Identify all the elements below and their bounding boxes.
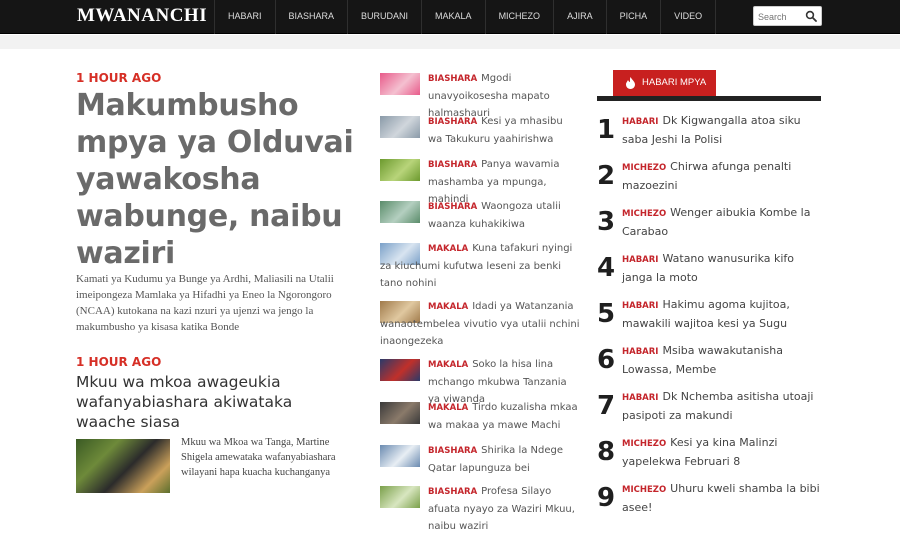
list-item-title[interactable]: Idadi ya Watanzania wanaotembelea vivuti… [380,301,580,347]
nav-item-biashara[interactable]: BIASHARA [274,0,348,34]
nav-item-ajira[interactable]: AJIRA [553,0,606,34]
list-item-category[interactable]: MAKALA [428,403,468,413]
rank-number: 2 [597,161,616,191]
search-icon[interactable] [805,10,817,22]
nav-item-burudani[interactable]: BURUDANI [347,0,421,34]
nav-item-video[interactable]: VIDEO [660,0,717,34]
list-item-category[interactable]: BIASHARA [428,446,477,456]
second-time: 1 HOUR AGO [76,355,162,369]
list-item-thumbnail[interactable] [380,359,420,381]
site-logo[interactable]: MWANANCHI [77,5,207,27]
main-nav: HABARI BIASHARA BURUDANI MAKALA MICHEZO … [214,0,717,34]
rank-category[interactable]: HABARI [622,347,658,357]
list-item-thumbnail[interactable] [380,445,420,467]
list-item-category[interactable]: BIASHARA [428,487,477,497]
list-item-category[interactable]: BIASHARA [428,74,477,84]
rank-number: 7 [597,391,616,421]
list-item-thumbnail[interactable] [380,159,420,181]
lead-summary: Kamati ya Kudumu ya Bunge ya Ardhi, Mali… [76,273,334,333]
list-item-thumbnail[interactable] [380,201,420,223]
flame-icon [626,77,635,89]
nav-item-habari[interactable]: HABARI [214,0,275,34]
second-headline[interactable]: Mkuu wa mkoa awageukia wafanyabiashara a… [76,372,346,432]
top-bar: MWANANCHI HABARI BIASHARA BURUDANI MAKAL… [0,0,900,34]
nav-item-picha[interactable]: PICHA [605,0,661,34]
rank-category[interactable]: HABARI [622,301,658,311]
list-item-category[interactable]: BIASHARA [428,202,477,212]
list-item-category[interactable]: MAKALA [428,360,468,370]
panel-divider [597,96,821,101]
rank-category[interactable]: HABARI [622,393,658,403]
list-item-category[interactable]: BIASHARA [428,160,477,170]
search-box [753,6,822,26]
nav-item-michezo[interactable]: MICHEZO [484,0,554,34]
list-item-thumbnail[interactable] [380,486,420,508]
list-item-thumbnail[interactable] [380,402,420,424]
rank-number: 9 [597,483,616,513]
list-item-title[interactable]: Kuna tafakuri nyingi za kiuchumi kufutwa… [380,243,572,289]
rank-number: 4 [597,253,616,283]
list-item-category[interactable]: BIASHARA [428,117,477,127]
rank-category[interactable]: MICHEZO [622,163,666,173]
rank-number: 3 [597,207,616,237]
habari-mpya-tab[interactable]: HABARI MPYA [613,70,716,96]
second-story-image[interactable] [76,439,170,493]
list-item-category[interactable]: MAKALA [428,302,468,312]
nav-item-makala[interactable]: MAKALA [421,0,485,34]
lead-time: 1 HOUR AGO [76,71,162,85]
rank-category[interactable]: HABARI [622,255,658,265]
second-summary: Mkuu wa Mkoa wa Tanga, Martine Shigela a… [181,437,336,478]
rank-number: 5 [597,299,616,329]
list-item-thumbnail[interactable] [380,116,420,138]
list-item-category[interactable]: MAKALA [428,244,468,254]
header-spacer [0,35,900,49]
rank-category[interactable]: MICHEZO [622,439,666,449]
rank-category[interactable]: HABARI [622,117,658,127]
rank-category[interactable]: MICHEZO [622,209,666,219]
habari-mpya-title: HABARI MPYA [642,77,707,88]
rank-number: 1 [597,115,616,145]
rank-category[interactable]: MICHEZO [622,485,666,495]
lead-headline[interactable]: Makumbusho mpya ya Olduvai yawakosha wab… [76,87,366,272]
rank-number: 6 [597,345,616,375]
search-input[interactable] [758,10,804,23]
list-item-thumbnail[interactable] [380,73,420,95]
rank-number: 8 [597,437,616,467]
